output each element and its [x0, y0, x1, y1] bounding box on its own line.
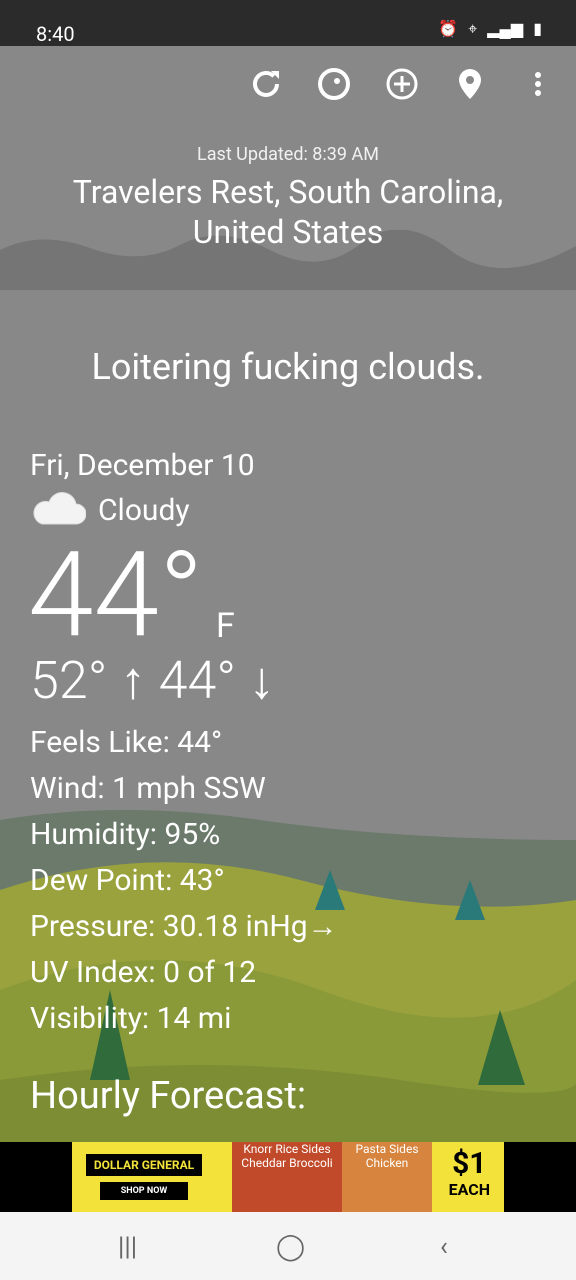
status-icons: ⏰ ⌖ ▂▄▆ ▮: [438, 20, 542, 38]
ad-price-value: $1: [452, 1146, 487, 1181]
detail-pressure: Pressure: 30.18 inHg→: [30, 909, 338, 944]
condition-text: Cloudy: [98, 492, 190, 528]
home-icon[interactable]: ◯: [276, 1232, 305, 1262]
temperature-unit: F: [216, 606, 235, 646]
ad-product-2: Pasta Sides Chicken: [342, 1142, 432, 1212]
ad-price: $1 EACH: [448, 1146, 490, 1200]
ad-cta-button[interactable]: SHOP NOW: [100, 1182, 188, 1200]
condition-row: Cloudy: [30, 492, 190, 528]
toolbar: [248, 66, 556, 102]
detail-humidity: Humidity: 95%: [30, 817, 221, 852]
forecast-date: Fri, December 10: [30, 448, 255, 483]
battery-icon: ▮: [533, 19, 542, 38]
more-icon[interactable]: [520, 66, 556, 102]
ad-store[interactable]: DOLLAR GENERAL SHOP NOW: [86, 1154, 202, 1200]
hourly-forecast-title: Hourly Forecast:: [30, 1074, 307, 1118]
status-bar: 8:40 ⏰ ⌖ ▂▄▆ ▮: [0, 0, 576, 46]
theme-icon[interactable]: [316, 66, 352, 102]
nav-bar: ||| ◯ ‹: [0, 1212, 576, 1280]
ad-price-note: EACH: [448, 1180, 490, 1199]
ad-product-1: Knorr Rice Sides Cheddar Broccoli: [232, 1142, 342, 1212]
detail-wind: Wind: 1 mph SSW: [30, 771, 266, 806]
status-time: 8:40: [36, 22, 75, 46]
ad-store-name: DOLLAR GENERAL: [86, 1154, 202, 1176]
location-icon: ⌖: [468, 19, 478, 38]
last-updated: Last Updated: 8:39 AM: [197, 144, 379, 165]
current-temperature: 44°: [28, 526, 204, 664]
detail-uv-index: UV Index: 0 of 12: [30, 955, 257, 990]
weather-details: Feels Like: 44° Wind: 1 mph SSW Humidity…: [30, 720, 338, 1042]
cloud-icon: [33, 492, 86, 525]
ad-content[interactable]: DOLLAR GENERAL SHOP NOW Knorr Rice Sides…: [72, 1142, 504, 1212]
location-name: Travelers Rest, South Carolina, United S…: [72, 173, 504, 251]
add-location-icon[interactable]: [384, 66, 420, 102]
ad-banner[interactable]: DOLLAR GENERAL SHOP NOW Knorr Rice Sides…: [0, 1142, 576, 1212]
weather-quote: Loitering fucking clouds.: [91, 346, 485, 388]
back-icon[interactable]: ‹: [440, 1232, 448, 1262]
refresh-icon[interactable]: [248, 66, 284, 102]
location-pin-icon[interactable]: [452, 66, 488, 102]
detail-visibility: Visibility: 14 mi: [30, 1001, 232, 1036]
high-low-temps: 52° ↑ 44° ↓: [30, 650, 275, 711]
detail-dew-point: Dew Point: 43°: [30, 863, 225, 898]
signal-icon: ▂▄▆: [487, 19, 524, 38]
recent-apps-icon[interactable]: |||: [118, 1232, 137, 1262]
alarm-icon: ⏰: [438, 19, 459, 38]
detail-feels-like: Feels Like: 44°: [30, 725, 223, 760]
